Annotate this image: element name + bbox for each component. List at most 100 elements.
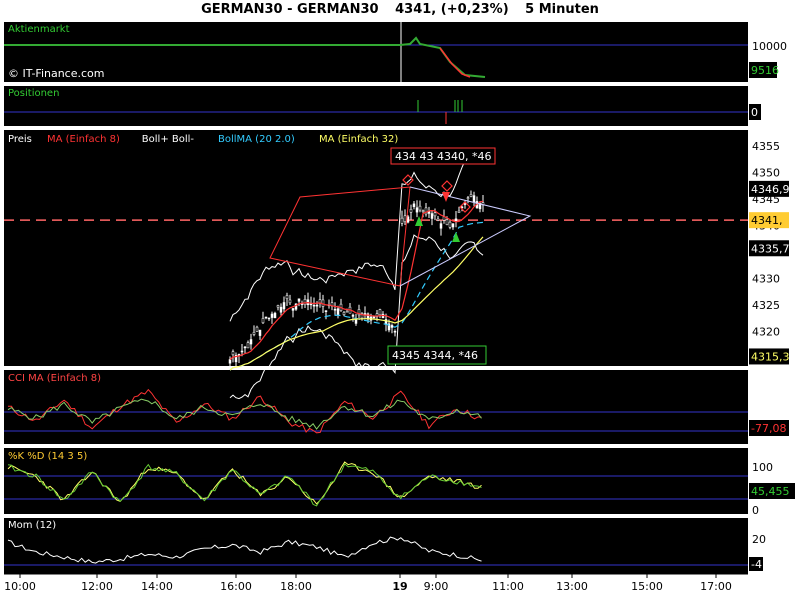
- candle-body: [228, 359, 232, 364]
- legend-item-0: Preis: [8, 134, 32, 145]
- candle-body: [333, 308, 337, 311]
- candle-body: [261, 318, 265, 324]
- candle-body: [342, 312, 346, 315]
- market-panel: [4, 22, 748, 82]
- candle-body: [448, 221, 452, 228]
- candle-body: [249, 339, 253, 345]
- x-tick-10: 17:00: [700, 580, 732, 593]
- x-tick-4: 18:00: [280, 580, 312, 593]
- x-tick-7: 11:00: [492, 580, 524, 593]
- candle-body: [457, 210, 461, 213]
- candle-body: [400, 217, 404, 224]
- last-label-3: 4315,3: [751, 350, 790, 363]
- stoch-label: %K %D (14 3 5): [8, 451, 87, 462]
- x-axis: 10:00 12:00 14:00 16:00 18:00 19 9:00 11:00 13:0…: [4, 573, 748, 600]
- candle-body: [243, 346, 247, 349]
- candle-body: [279, 306, 283, 313]
- market-label: Aktienmarkt: [8, 24, 70, 35]
- candle-body: [282, 302, 286, 310]
- candle-body: [418, 205, 422, 211]
- candle-body: [336, 308, 340, 315]
- price-tick-6: 4325: [752, 299, 780, 312]
- market-level-label: 10000: [752, 40, 787, 53]
- candle-body: [390, 325, 394, 328]
- cci-panel: [4, 370, 748, 444]
- candle-body: [258, 329, 262, 336]
- candle-body: [415, 207, 419, 213]
- candle-body: [421, 210, 425, 212]
- x-tick-9: 15:00: [631, 580, 663, 593]
- legend-item-1: MA (Einfach 8): [47, 134, 120, 145]
- mom-tick-20: 20: [752, 533, 766, 546]
- candle-body: [255, 326, 259, 332]
- x-tick-2: 14:00: [141, 580, 173, 593]
- candle-body: [378, 309, 382, 316]
- bottom-info-box: 4345 4344, *46: [392, 349, 478, 362]
- copyright-label: © IT-Finance.com: [8, 67, 105, 80]
- candle-body: [466, 197, 470, 199]
- candle-body: [412, 203, 416, 208]
- cci-label: CCI MA (Einfach 8): [8, 373, 101, 384]
- mom-panel: [4, 518, 748, 574]
- candle-body: [291, 308, 295, 311]
- candle-body: [267, 317, 271, 320]
- candle-body: [409, 209, 413, 213]
- candle-body: [345, 310, 349, 313]
- mom-value-label: -4: [751, 558, 762, 571]
- candle-body: [351, 314, 355, 317]
- price-tick-7: 4320: [752, 326, 780, 339]
- x-tick-3: 16:00: [220, 580, 252, 593]
- candle-body: [264, 316, 268, 319]
- x-tick-6: 9:00: [424, 580, 449, 593]
- candle-body: [303, 299, 307, 305]
- candle-body: [403, 215, 407, 222]
- positions-value-label: 0: [751, 106, 758, 119]
- candle-body: [436, 218, 440, 221]
- market-value-label: 9516: [751, 64, 779, 77]
- candle-body: [393, 330, 397, 333]
- candle-body: [309, 303, 313, 306]
- candle-body: [469, 194, 473, 197]
- candle-body: [231, 351, 235, 356]
- mom-label: Mom (12): [8, 520, 56, 531]
- candle-body: [276, 305, 280, 308]
- top-info-box: 434 43 4340, *46: [395, 150, 491, 163]
- candle-body: [433, 212, 437, 217]
- x-tick-0: 10:00: [4, 580, 36, 593]
- candle-body: [354, 319, 358, 324]
- price-panel: [4, 130, 748, 366]
- x-tick-1: 12:00: [81, 580, 113, 593]
- last-label-2: 4335,7: [751, 242, 790, 255]
- candle-body: [288, 299, 292, 304]
- legend-item-2: Boll+ Boll-: [142, 134, 195, 145]
- candle-body: [454, 218, 458, 222]
- candle-body: [240, 350, 244, 353]
- x-tick-8: 13:00: [556, 580, 588, 593]
- candle-body: [297, 298, 301, 302]
- positions-panel: [4, 86, 748, 126]
- candle-body: [270, 313, 274, 318]
- candle-body: [439, 223, 443, 229]
- stoch-tick-0: 0: [752, 504, 759, 517]
- cci-value-label: -77,08: [751, 422, 786, 435]
- candle-body: [430, 213, 434, 219]
- candle-body: [451, 223, 455, 228]
- candle-body: [246, 342, 250, 349]
- x-tick-5: 19: [392, 580, 407, 593]
- candle-body: [285, 295, 289, 299]
- stoch-panel: [4, 448, 748, 514]
- stoch-value-label: 45,455: [751, 485, 790, 498]
- last-label-1: 4341,: [751, 214, 783, 227]
- last-label-0: 4346,9: [751, 183, 790, 196]
- candle-body: [273, 312, 277, 319]
- candle-body: [312, 304, 316, 307]
- chart-canvas: Aktienmarkt © IT-Finance.com Positionen …: [4, 22, 800, 600]
- price-tick-5: 4330: [752, 272, 780, 285]
- candle-body: [252, 332, 256, 335]
- price-tick-1: 4350: [752, 166, 780, 179]
- candle-body: [445, 219, 449, 225]
- legend-item-3: BollMA (20 2.0): [218, 134, 295, 145]
- candle-body: [315, 304, 319, 307]
- candle-body: [324, 310, 328, 312]
- candle-body: [472, 195, 476, 203]
